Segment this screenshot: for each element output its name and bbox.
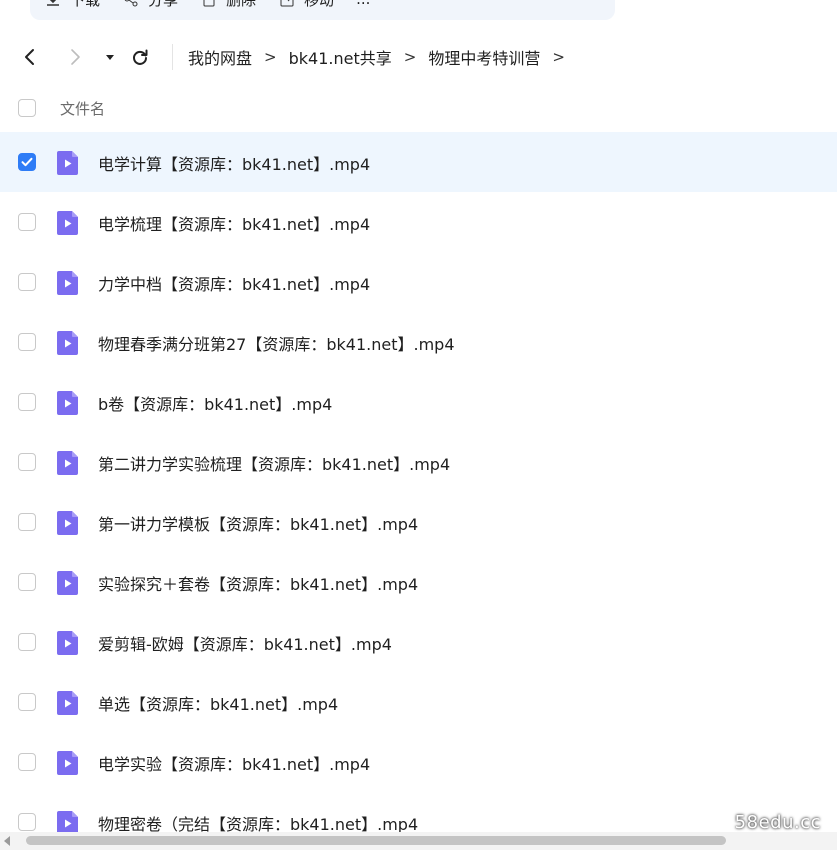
download-button[interactable]: 下载: [44, 0, 100, 10]
share-label: 分享: [148, 0, 178, 10]
file-row[interactable]: 电学计算【资源库：bk41.net】.mp4: [0, 132, 837, 192]
video-file-icon: [57, 511, 78, 535]
file-name: 第一讲力学模板【资源库：bk41.net】.mp4: [98, 515, 419, 534]
download-label: 下载: [70, 0, 100, 10]
history-dropdown-button[interactable]: [98, 45, 122, 69]
file-row[interactable]: 第二讲力学实验梳理【资源库：bk41.net】.mp4: [0, 432, 837, 492]
breadcrumb-item-shared[interactable]: bk41.net共享: [289, 45, 392, 69]
watermark: 58edu.cc: [734, 812, 821, 833]
download-icon: [47, 0, 59, 6]
file-name: b卷【资源库：bk41.net】.mp4: [98, 395, 333, 414]
video-file-icon: [57, 271, 78, 295]
file-checkbox[interactable]: [18, 453, 36, 471]
scroll-left-arrow-icon[interactable]: [4, 836, 10, 846]
file-checkbox[interactable]: [18, 753, 36, 771]
move-button[interactable]: 移动: [278, 0, 334, 10]
breadcrumb-item-root[interactable]: 我的网盘: [188, 45, 252, 69]
breadcrumb-separator: >: [552, 48, 565, 66]
delete-icon: [203, 0, 215, 7]
file-checkbox[interactable]: [18, 273, 36, 291]
video-file-icon: [57, 451, 78, 475]
video-file-icon: [57, 331, 78, 355]
share-icon: [124, 0, 138, 7]
file-name: 实验探究＋套卷【资源库：bk41.net】.mp4: [98, 575, 419, 594]
checkmark-icon: [21, 157, 33, 167]
file-name: 物理春季满分班第27【资源库：bk41.net】.mp4: [98, 335, 455, 354]
file-checkbox[interactable]: [18, 813, 36, 831]
delete-button[interactable]: 删除: [200, 0, 256, 10]
file-name: 电学计算【资源库：bk41.net】.mp4: [98, 155, 371, 174]
file-checkbox[interactable]: [18, 333, 36, 351]
file-checkbox[interactable]: [18, 213, 36, 231]
breadcrumb: 我的网盘 > bk41.net共享 > 物理中考特训营 >: [188, 38, 565, 76]
file-row[interactable]: 物理春季满分班第27【资源库：bk41.net】.mp4: [0, 312, 837, 372]
file-checkbox[interactable]: [18, 693, 36, 711]
file-name: 物理密卷（完结【资源库：bk41.net】.mp4: [98, 815, 419, 832]
file-row[interactable]: 单选【资源库：bk41.net】.mp4: [0, 672, 837, 732]
file-name: 力学中档【资源库：bk41.net】.mp4: [98, 275, 371, 294]
video-file-icon: [57, 631, 78, 655]
share-button[interactable]: 分享: [122, 0, 178, 10]
file-checkbox[interactable]: [18, 393, 36, 411]
file-name: 第二讲力学实验梳理【资源库：bk41.net】.mp4: [98, 455, 451, 474]
file-name: 单选【资源库：bk41.net】.mp4: [98, 695, 339, 714]
video-file-icon: [57, 571, 78, 595]
file-row[interactable]: 电学实验【资源库：bk41.net】.mp4: [0, 732, 837, 792]
file-row[interactable]: 电学梳理【资源库：bk41.net】.mp4: [0, 192, 837, 252]
video-file-icon: [57, 211, 78, 235]
file-checkbox[interactable]: [18, 633, 36, 651]
file-name: 电学实验【资源库：bk41.net】.mp4: [98, 755, 371, 774]
file-row[interactable]: 实验探究＋套卷【资源库：bk41.net】.mp4: [0, 552, 837, 612]
refresh-button[interactable]: [128, 45, 152, 69]
back-button[interactable]: [18, 45, 42, 69]
video-file-icon: [57, 811, 78, 832]
select-all-checkbox[interactable]: [18, 99, 36, 117]
file-list: 电学计算【资源库：bk41.net】.mp4 电学梳理【资源库：bk41.net…: [0, 132, 837, 832]
horizontal-scrollbar[interactable]: [0, 832, 837, 850]
file-toolbar: 下载 分享 删除 移动 ...: [30, 0, 615, 20]
breadcrumb-separator: >: [403, 48, 417, 66]
more-button[interactable]: ...: [356, 0, 370, 8]
caret-down-icon: [106, 55, 114, 60]
nav-divider: [172, 44, 173, 70]
file-list-header: 文件名: [0, 88, 837, 128]
chevron-left-icon: [25, 49, 34, 65]
move-icon: [280, 0, 294, 7]
breadcrumb-item-current[interactable]: 物理中考特训营: [428, 45, 540, 69]
forward-button[interactable]: [63, 45, 87, 69]
move-label: 移动: [304, 0, 334, 10]
more-icon: ...: [356, 0, 370, 8]
file-checkbox[interactable]: [18, 573, 36, 591]
delete-label: 删除: [226, 0, 256, 10]
file-row[interactable]: 力学中档【资源库：bk41.net】.mp4: [0, 252, 837, 312]
file-row[interactable]: 爱剪辑-欧姆【资源库：bk41.net】.mp4: [0, 612, 837, 672]
refresh-icon: [133, 49, 148, 65]
file-checkbox[interactable]: [18, 153, 36, 171]
navigation-bar: 我的网盘 > bk41.net共享 > 物理中考特训营 >: [0, 38, 837, 76]
chevron-right-icon: [71, 49, 80, 65]
file-name: 爱剪辑-欧姆【资源库：bk41.net】.mp4: [98, 635, 392, 654]
video-file-icon: [57, 751, 78, 775]
video-file-icon: [57, 691, 78, 715]
file-name: 电学梳理【资源库：bk41.net】.mp4: [98, 215, 371, 234]
file-row[interactable]: 物理密卷（完结【资源库：bk41.net】.mp4: [0, 792, 837, 832]
video-file-icon: [57, 391, 78, 415]
file-row[interactable]: b卷【资源库：bk41.net】.mp4: [0, 372, 837, 432]
scrollbar-thumb[interactable]: [26, 836, 726, 845]
file-checkbox[interactable]: [18, 513, 36, 531]
column-header-filename[interactable]: 文件名: [60, 98, 105, 119]
breadcrumb-separator: >: [264, 48, 277, 66]
video-file-icon: [57, 151, 78, 175]
file-row[interactable]: 第一讲力学模板【资源库：bk41.net】.mp4: [0, 492, 837, 552]
